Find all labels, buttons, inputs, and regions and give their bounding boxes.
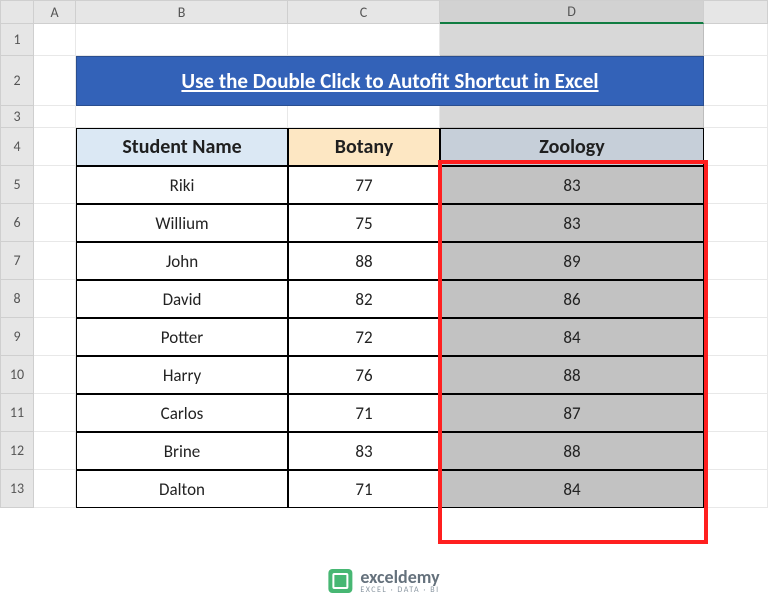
cell[interactable] [34,128,76,166]
cell[interactable] [440,24,704,56]
row-header-8[interactable]: 8 [0,280,34,318]
table-cell[interactable]: David [76,280,288,318]
page-title: Use the Double Click to Autofit Shortcut… [76,56,704,106]
table-cell[interactable]: 84 [440,470,704,508]
watermark: exceldemy EXCEL · DATA · BI [328,568,439,594]
cell[interactable] [704,106,768,128]
row-header-6[interactable]: 6 [0,204,34,242]
table-cell[interactable]: 88 [440,356,704,394]
row-header-3[interactable]: 3 [0,106,34,128]
table-cell[interactable]: 71 [288,394,440,432]
select-all-corner[interactable] [0,0,34,24]
cell[interactable] [704,166,768,204]
cell[interactable] [34,318,76,356]
row-header-9[interactable]: 9 [0,318,34,356]
table-cell[interactable]: 84 [440,318,704,356]
row-header-10[interactable]: 10 [0,356,34,394]
cell[interactable] [288,106,440,128]
table-cell[interactable]: 83 [440,204,704,242]
spreadsheet-grid: A B C D 1 2 3 4 5 6 7 8 9 10 11 12 13 Us… [0,0,768,508]
table-cell[interactable]: 82 [288,280,440,318]
table-cell[interactable]: Brine [76,432,288,470]
cell[interactable] [34,166,76,204]
table-cell[interactable]: Potter [76,318,288,356]
table-cell[interactable]: 88 [440,432,704,470]
table-header-botany: Botany [288,128,440,166]
table-cell[interactable]: 76 [288,356,440,394]
row-header-5[interactable]: 5 [0,166,34,204]
cell[interactable] [34,394,76,432]
table-cell[interactable]: Willium [76,204,288,242]
table-cell[interactable]: 87 [440,394,704,432]
cell[interactable] [704,318,768,356]
table-cell[interactable]: 86 [440,280,704,318]
cell[interactable] [704,280,768,318]
table-cell[interactable]: 88 [288,242,440,280]
col-header-b[interactable]: B [76,0,288,24]
table-cell[interactable]: 72 [288,318,440,356]
cell[interactable] [34,470,76,508]
table-cell[interactable]: 75 [288,204,440,242]
cell[interactable] [704,356,768,394]
cell[interactable] [76,106,288,128]
cell[interactable] [34,204,76,242]
cell[interactable] [704,394,768,432]
table-cell[interactable]: John [76,242,288,280]
watermark-sub: EXCEL · DATA · BI [360,586,439,594]
row-header-4[interactable]: 4 [0,128,34,166]
cell[interactable] [704,432,768,470]
cell[interactable] [34,56,76,106]
cell[interactable] [76,24,288,56]
cell[interactable] [34,106,76,128]
cell[interactable] [34,24,76,56]
cell[interactable] [34,242,76,280]
row-header-13[interactable]: 13 [0,470,34,508]
cell[interactable] [704,470,768,508]
row-header-2[interactable]: 2 [0,56,34,106]
row-header-12[interactable]: 12 [0,432,34,470]
cell[interactable] [34,280,76,318]
table-cell[interactable]: Dalton [76,470,288,508]
cell[interactable] [704,56,768,106]
watermark-main: exceldemy [360,568,439,586]
cell[interactable] [704,128,768,166]
row-header-7[interactable]: 7 [0,242,34,280]
table-cell[interactable]: 77 [288,166,440,204]
cell[interactable] [704,24,768,56]
table-header-zoology: Zoology [440,128,704,166]
table-cell[interactable]: Harry [76,356,288,394]
cell[interactable] [288,24,440,56]
table-header-name: Student Name [76,128,288,166]
col-header-blank[interactable] [704,0,768,24]
table-cell[interactable]: Riki [76,166,288,204]
row-header-11[interactable]: 11 [0,394,34,432]
cell[interactable] [34,432,76,470]
logo-icon [328,569,352,593]
col-header-c[interactable]: C [288,0,440,24]
col-header-d[interactable]: D [440,0,704,24]
table-cell[interactable]: 89 [440,242,704,280]
table-cell[interactable]: Carlos [76,394,288,432]
cell[interactable] [704,204,768,242]
cell[interactable] [34,356,76,394]
cell[interactable] [704,242,768,280]
row-header-1[interactable]: 1 [0,24,34,56]
table-cell[interactable]: 83 [440,166,704,204]
table-cell[interactable]: 83 [288,432,440,470]
table-cell[interactable]: 71 [288,470,440,508]
cell[interactable] [440,106,704,128]
col-header-a[interactable]: A [34,0,76,24]
